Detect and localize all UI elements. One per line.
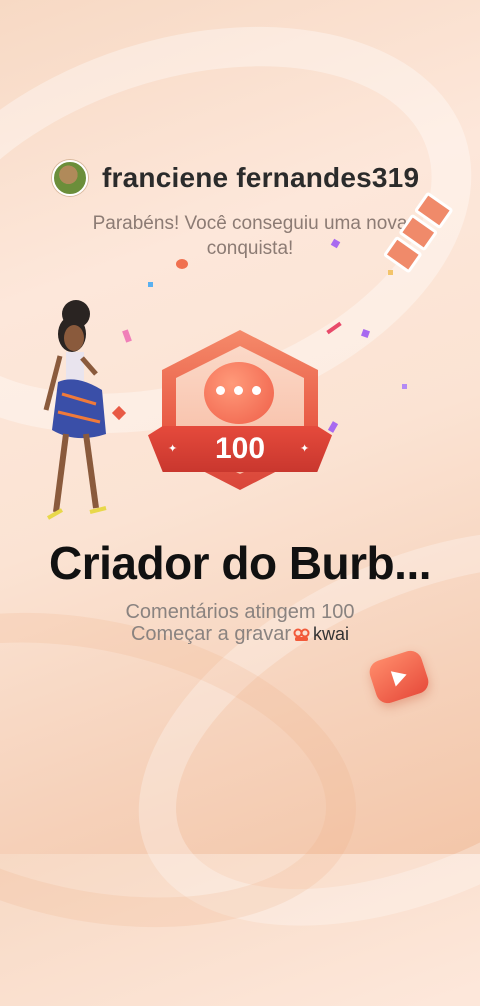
confetti [176,259,188,269]
confetti [122,329,132,343]
achievement-description: Comentários atingem 100 [125,601,355,623]
confetti [402,384,407,389]
congrats-line-1: Parabéns! Você conseguiu uma nova [92,213,408,234]
record-label[interactable]: Começar a gravar [131,623,291,646]
confetti [148,282,153,287]
background-swoosh [76,449,480,1006]
play-icon [366,647,432,707]
confetti [388,270,393,275]
confetti [361,329,370,338]
film-strip-icon [378,189,479,297]
achievement-title: Criador do Burb... [49,537,432,589]
dancing-character-icon [43,300,107,520]
record-prompt[interactable]: Começar a gravar kwai [0,623,480,646]
bubble-dots [216,386,261,395]
sparkle-icon: ✦ [300,443,310,455]
achievement-badge: 100 ✦ ✦ [148,330,332,500]
user-header: franciene fernandes319 [52,160,419,196]
avatar[interactable] [52,160,88,196]
username[interactable]: franciene fernandes319 [102,162,419,194]
brand-name: kwai [313,624,350,644]
sparkle-icon: ✦ [168,443,178,455]
kwai-logo-icon [293,628,310,641]
